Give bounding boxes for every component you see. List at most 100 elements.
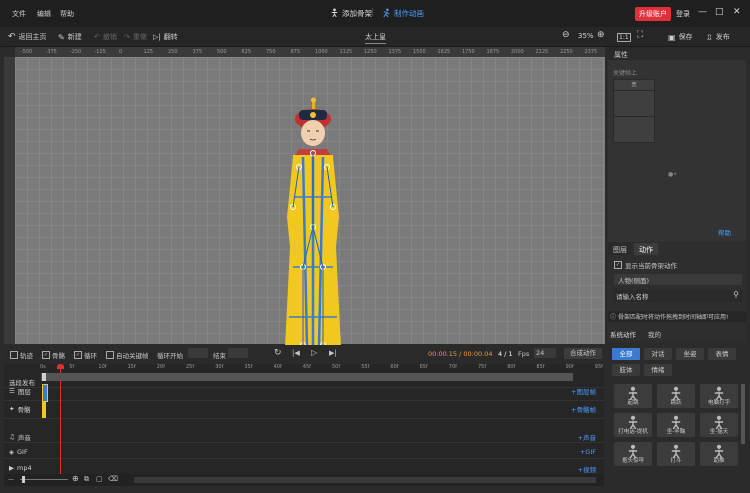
frame-tick: 70f [448,364,457,370]
fps-select[interactable]: 24 [534,348,556,358]
loop-toggle[interactable]: ✓ 循环 [74,350,97,360]
search-icon[interactable]: ⚲ [733,290,739,299]
action-search-input[interactable]: 请输入名称 ⚲ [614,290,742,302]
action-scrollbar[interactable] [741,384,745,444]
checkbox-checked-icon[interactable]: ✓ [74,351,82,359]
menu-help[interactable]: 帮助 [60,9,74,19]
copy-icon[interactable]: ⧉ [84,475,89,484]
sound-icon: ♫ [9,433,15,441]
action-item[interactable]: 起跳 [614,384,652,408]
back-home-button[interactable]: ↶ 返回主页 [8,32,47,42]
upgrade-button[interactable]: 升级账户 [635,7,671,21]
action-category[interactable]: 坐姿 [676,348,704,360]
property-cell[interactable] [613,116,655,143]
playhead-handle[interactable] [57,364,64,369]
prev-frame-icon[interactable]: |◀ [292,349,300,357]
action-category[interactable]: 表情 [708,348,736,360]
tab-my-actions[interactable]: 我的 [648,329,661,339]
timeline[interactable]: 0s 5f 10f 15f 20f 25f 30f 35f 40f 45f 50f 55f 60f 65f… [4,364,604,475]
ruler-tick: 1625 [437,49,451,55]
layer-keyframe[interactable] [42,384,48,402]
tab-actions[interactable]: 动作 [634,243,658,255]
track-toggle[interactable]: 轨迹 [10,350,33,360]
reset-icon[interactable]: ↻ [274,348,282,358]
loop-start-input[interactable] [188,348,208,358]
ruler-tick: 500 [217,49,227,55]
delete-icon[interactable]: ⌫ [108,475,118,483]
timeline-track[interactable]: ☰ 图层 +图层帧 [4,382,604,401]
character-emperor[interactable] [277,97,349,357]
skeleton-toggle[interactable]: ✓ 骨骼 [42,350,65,360]
action-item[interactable]: 跳跃 [657,384,695,408]
next-frame-icon[interactable]: ▶| [329,349,337,357]
timeline-scrollbar[interactable] [134,477,596,483]
tab-layers[interactable]: 图层 [608,243,632,255]
menu-file[interactable]: 文件 [12,9,26,19]
timeline-track[interactable]: ▶ mp4 +视频 [4,460,604,475]
ruler-tick: 2250 [560,49,573,55]
checkbox-checked-icon[interactable]: ✓ [42,351,50,359]
timeline-zoom-slider[interactable] [20,479,68,480]
undo-button[interactable]: ↶ 撤销 [94,32,117,42]
publish-button[interactable]: ⇫ 发布 [706,32,730,42]
action-category[interactable]: 情绪 [644,364,672,376]
property-cell[interactable] [613,90,655,117]
checkbox-icon[interactable] [10,351,18,359]
action-item[interactable]: 坐-半鞠 [657,413,695,437]
action-category[interactable]: 肢体 [612,364,640,376]
timeline-zoom-handle[interactable] [22,476,25,483]
minimize-icon[interactable]: — [698,7,707,17]
add-track-frame-button[interactable]: +GIF [580,448,596,456]
tab-system-actions[interactable]: 系统动作 [610,329,636,339]
pager-dots[interactable]: ●• [668,171,677,178]
timeline-track[interactable]: ✦ 骨骼 +骨骼帧 [4,400,604,419]
action-category[interactable]: 对话 [644,348,672,360]
stage-canvas[interactable] [15,57,605,352]
zoom-plus-icon[interactable]: ⊕ [72,474,79,483]
add-track-frame-button[interactable]: +图层帧 [571,386,596,396]
timeline-track[interactable]: ♫ 声音 +声音 [4,428,604,443]
add-track-frame-button[interactable]: +视频 [578,464,596,474]
action-item[interactable]: 助推 [700,442,738,466]
play-icon[interactable]: ▷ [311,348,317,357]
new-button[interactable]: ✎ 新建 [58,32,82,42]
checkbox-icon[interactable] [106,351,114,359]
action-category[interactable]: 全部 [612,348,640,360]
timeline-track[interactable]: ◈ GIF +GIF [4,444,604,459]
close-icon[interactable]: ✕ [733,7,741,17]
save-button[interactable]: ▣ 保存 [668,32,693,42]
bone-keyframe[interactable] [42,402,46,418]
fullscreen-icon[interactable]: ⛶ [637,30,643,40]
help-link[interactable]: 帮助 [718,227,731,237]
add-track-frame-button[interactable]: +声音 [578,432,596,442]
tab-make-animation[interactable]: 制作动画 [382,8,424,19]
tab-add-skeleton[interactable]: 添加骨架 [330,8,372,19]
skeleton-select[interactable]: 人物(侧面) [614,274,742,285]
action-item[interactable]: 坐-摇天 [700,413,738,437]
action-item[interactable]: 电脑打字 [700,384,738,408]
frame-ruler[interactable]: 0s 5f 10f 15f 20f 25f 30f 35f 40f 45f 50f 55f 60f 65f… [40,364,603,372]
paste-icon[interactable]: ▢ [96,475,103,483]
zoom-minus-icon[interactable]: — [8,476,14,483]
end-input[interactable] [228,348,248,358]
show-current-skeleton[interactable]: ✓ 显示当前骨架动作 [614,260,677,270]
fit-screen-icon[interactable]: 1:1 [617,33,631,42]
maximize-icon[interactable]: □ [715,7,724,17]
flip-button[interactable]: ▷| 翻转 [153,32,178,42]
range-start-marker[interactable] [42,373,46,381]
track-label: ✦ 骨骼 [9,405,31,414]
checkbox-checked-icon[interactable]: ✓ [614,261,622,269]
menu-edit[interactable]: 编辑 [37,9,51,19]
action-item[interactable]: 打电话-提机 [614,413,652,437]
auto-keyframe-toggle[interactable]: 自动关键帧 [106,350,149,360]
compose-action-button[interactable]: 合成动作 [564,348,602,359]
redo-button[interactable]: ↷ 重做 [124,32,147,42]
publish-range-bar[interactable] [41,373,573,381]
zoom-in-icon[interactable]: ⊕ [597,30,605,40]
action-item[interactable]: 抱头惊呼 [614,442,652,466]
project-name[interactable]: 太上皇 [365,32,386,44]
action-item[interactable]: 打斗 [657,442,695,466]
zoom-out-icon[interactable]: ⊖ [562,30,570,40]
add-track-frame-button[interactable]: +骨骼帧 [571,404,596,414]
login-button[interactable]: 登录 [676,9,690,19]
